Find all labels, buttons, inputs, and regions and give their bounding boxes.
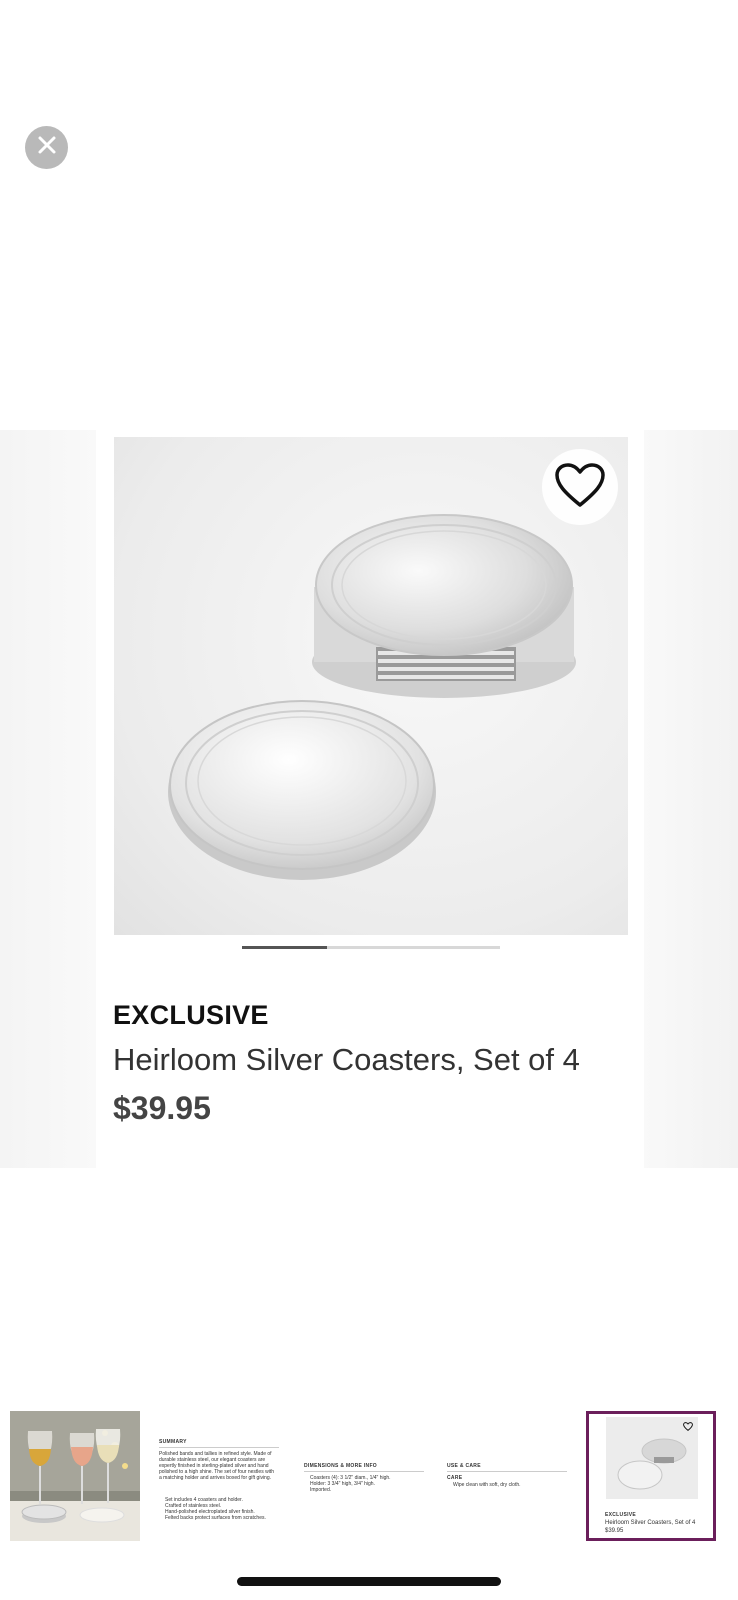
close-icon	[37, 135, 57, 160]
care-bullet: Wipe clean with soft, dry cloth.	[453, 1482, 521, 1488]
thumb-title: Heirloom Silver Coasters, Set of 4	[605, 1520, 696, 1526]
thumbnail-strip: SUMMARY Polished bands and tallies in re…	[10, 1411, 728, 1542]
summary-bullet: Felted backs protect surfaces from scrat…	[165, 1515, 266, 1521]
thumbnail-dimensions[interactable]: DIMENSIONS & MORE INFO Coasters (4): 3 1…	[300, 1411, 430, 1541]
dimensions-bullet: Imported.	[310, 1487, 332, 1493]
heart-outline-icon	[683, 1418, 693, 1436]
divider	[159, 1447, 279, 1448]
thumbnail-summary[interactable]: SUMMARY Polished bands and tallies in re…	[155, 1411, 285, 1541]
dimensions-heading: DIMENSIONS & MORE INFO	[304, 1463, 377, 1469]
image-carousel-progress	[242, 946, 500, 949]
next-card-peek[interactable]	[644, 430, 738, 1168]
thumbnail-wine-glasses[interactable]	[10, 1411, 140, 1541]
heart-outline-icon	[554, 462, 606, 513]
divider	[304, 1471, 424, 1472]
exclusive-badge: EXCLUSIVE	[113, 1000, 269, 1030]
product-image[interactable]	[114, 437, 628, 935]
close-button[interactable]	[25, 126, 68, 169]
product-card: EXCLUSIVE Heirloom Silver Coasters, Set …	[96, 430, 644, 1168]
wine-glasses-image	[10, 1411, 140, 1541]
divider	[447, 1471, 567, 1472]
summary-body: Polished bands and tallies in refined st…	[159, 1451, 274, 1481]
favorite-button[interactable]	[542, 449, 618, 525]
thumbnail-use-and-care[interactable]: USE & CARE CARE Wipe clean with soft, dr…	[443, 1411, 573, 1541]
previous-card-peek[interactable]	[0, 430, 96, 1168]
home-indicator[interactable]	[237, 1577, 501, 1586]
thumb-badge: EXCLUSIVE	[605, 1512, 637, 1518]
thumbnail-current-product[interactable]: EXCLUSIVE Heirloom Silver Coasters, Set …	[586, 1411, 716, 1541]
thumb-price: $39.95	[605, 1528, 624, 1534]
product-price: $39.95	[113, 1090, 211, 1126]
carousel-progress-fill	[242, 946, 328, 949]
product-title: Heirloom Silver Coasters, Set of 4	[113, 1042, 580, 1077]
summary-heading: SUMMARY	[159, 1439, 187, 1445]
care-subheading: CARE	[447, 1475, 463, 1481]
care-heading: USE & CARE	[447, 1463, 481, 1469]
